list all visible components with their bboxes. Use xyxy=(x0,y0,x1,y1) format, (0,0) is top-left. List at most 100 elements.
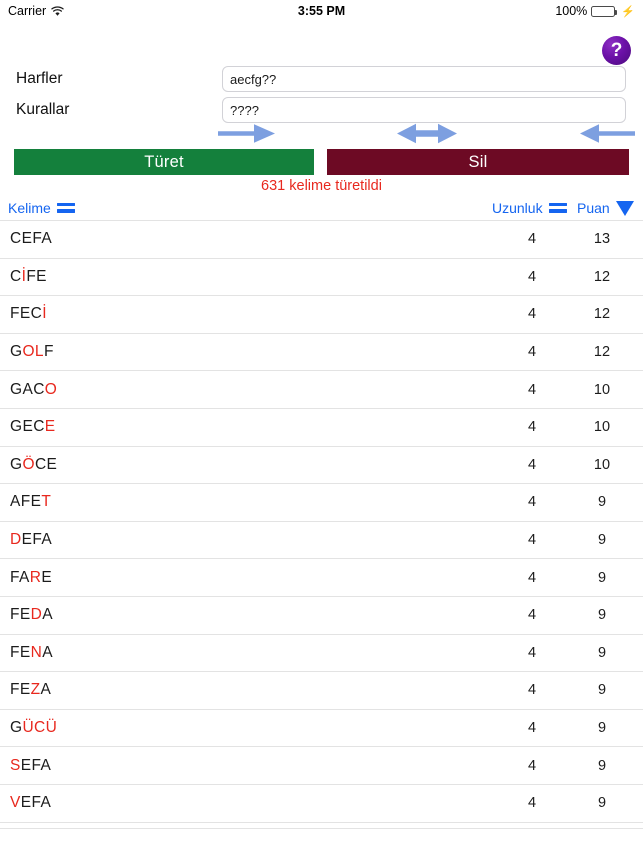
table-row[interactable]: CEFA 4 13 xyxy=(0,221,643,259)
table-row[interactable]: FEZA 4 9 xyxy=(0,672,643,710)
letters-label: Harfler xyxy=(16,70,63,87)
arrow-controls xyxy=(0,122,643,146)
table-row[interactable]: DEFA 4 9 xyxy=(0,521,643,560)
word-cell: GECE xyxy=(10,418,56,436)
length-cell: 4 xyxy=(527,306,537,323)
equals-icon xyxy=(56,202,75,214)
score-cell: 9 xyxy=(597,757,607,774)
rules-label: Kurallar xyxy=(16,101,70,118)
wifi-icon xyxy=(51,5,64,17)
length-cell: 4 xyxy=(527,268,537,285)
arrow-left-icon[interactable] xyxy=(580,122,635,145)
length-cell: 4 xyxy=(527,532,537,549)
triangle-down-icon xyxy=(615,200,634,216)
column-header-score[interactable]: Puan xyxy=(577,200,634,216)
carrier-label: Carrier xyxy=(8,4,47,18)
word-cell: GÜCÜ xyxy=(10,719,58,737)
word-cell: AFET xyxy=(10,493,52,511)
length-cell: 4 xyxy=(527,757,537,774)
word-cell: FEDA xyxy=(10,606,53,624)
lightning-bolt-icon: ⚡ xyxy=(621,5,635,18)
score-cell: 9 xyxy=(597,494,607,511)
column-header-score-label: Puan xyxy=(577,200,610,216)
word-cell: SEFA xyxy=(10,756,52,774)
score-cell: 9 xyxy=(597,720,607,737)
letters-row: Harfler xyxy=(0,64,643,94)
length-cell: 4 xyxy=(527,419,537,436)
table-row[interactable]: FARE 4 9 xyxy=(0,559,643,597)
word-cell: FECİ xyxy=(10,305,47,323)
length-cell: 4 xyxy=(527,607,537,624)
score-cell: 10 xyxy=(593,419,611,436)
table-row[interactable]: FENA 4 9 xyxy=(0,634,643,673)
word-cell: GÖCE xyxy=(10,455,58,473)
score-cell: 12 xyxy=(593,344,611,361)
generate-button[interactable]: Türet xyxy=(14,149,314,175)
table-row[interactable]: FEDA 4 9 xyxy=(0,596,643,635)
status-bar: Carrier 3:55 PM 100% ⚡ xyxy=(0,0,643,22)
word-list[interactable]: CEFA 4 13 CİFE 4 12 FECİ 4 12 GOLF 4 12 GACO 4 10 GECE 4… xyxy=(0,220,643,828)
score-cell: 9 xyxy=(597,682,607,699)
table-row[interactable]: GACO 4 10 xyxy=(0,371,643,409)
word-cell: FENA xyxy=(10,643,53,661)
table-row[interactable]: SEFA 4 9 xyxy=(0,747,643,785)
score-cell: 9 xyxy=(597,569,607,586)
column-header-word[interactable]: Kelime xyxy=(8,200,75,216)
action-buttons: Türet Sil xyxy=(0,149,643,175)
help-button[interactable]: ? xyxy=(602,36,631,65)
score-cell: 12 xyxy=(593,268,611,285)
length-cell: 4 xyxy=(527,682,537,699)
table-row[interactable]: CİFE 4 12 xyxy=(0,258,643,297)
length-cell: 4 xyxy=(527,344,537,361)
battery-percent-label: 100% xyxy=(555,4,588,18)
input-form: Harfler Kurallar xyxy=(0,64,643,126)
table-row[interactable]: GOLF 4 12 xyxy=(0,333,643,372)
word-cell: FARE xyxy=(10,568,53,586)
length-cell: 4 xyxy=(527,569,537,586)
word-cell: GACO xyxy=(10,380,58,398)
battery-icon xyxy=(591,5,618,17)
word-cell: GOLF xyxy=(10,343,54,361)
length-cell: 4 xyxy=(527,381,537,398)
score-cell: 10 xyxy=(593,456,611,473)
length-cell: 4 xyxy=(527,456,537,473)
table-header: Kelime Uzunluk Puan xyxy=(0,196,643,220)
bottom-strip xyxy=(0,828,643,857)
table-row[interactable]: FECİ 4 12 xyxy=(0,296,643,334)
table-row[interactable]: AFET 4 9 xyxy=(0,484,643,522)
arrow-left-right-icon[interactable] xyxy=(397,121,457,146)
table-row[interactable]: GÖCE 4 10 xyxy=(0,446,643,485)
word-cell: VEFA xyxy=(10,794,52,812)
status-bar-right: 100% ⚡ xyxy=(555,4,635,18)
table-row[interactable]: GECE 4 10 xyxy=(0,408,643,447)
length-cell: 4 xyxy=(527,231,537,248)
column-header-length-label: Uzunluk xyxy=(492,200,543,216)
length-cell: 4 xyxy=(527,795,537,812)
letters-input[interactable] xyxy=(222,66,626,92)
word-cell: CİFE xyxy=(10,267,47,285)
word-cell: DEFA xyxy=(10,531,53,549)
status-bar-left: Carrier xyxy=(8,4,64,18)
length-cell: 4 xyxy=(527,494,537,511)
length-cell: 4 xyxy=(527,720,537,737)
column-header-word-label: Kelime xyxy=(8,200,51,216)
word-cell: CEFA xyxy=(10,230,53,248)
arrow-right-icon[interactable] xyxy=(218,122,276,145)
table-row[interactable]: VEFA 4 9 xyxy=(0,784,643,823)
score-cell: 9 xyxy=(597,532,607,549)
score-cell: 13 xyxy=(593,231,611,248)
rules-row: Kurallar xyxy=(0,95,643,125)
status-bar-time: 3:55 PM xyxy=(297,4,346,18)
equals-icon xyxy=(548,202,567,214)
column-header-length[interactable]: Uzunluk xyxy=(492,200,567,216)
delete-button[interactable]: Sil xyxy=(327,149,629,175)
length-cell: 4 xyxy=(527,644,537,661)
score-cell: 9 xyxy=(597,795,607,812)
app-root: Carrier 3:55 PM 100% ⚡ ? Harfler aecfg??… xyxy=(0,0,643,857)
table-row[interactable]: GÜCÜ 4 9 xyxy=(0,709,643,748)
word-cell: FEZA xyxy=(10,681,52,699)
score-cell: 12 xyxy=(593,306,611,323)
rules-input[interactable] xyxy=(222,97,626,123)
score-cell: 9 xyxy=(597,607,607,624)
score-cell: 10 xyxy=(593,381,611,398)
